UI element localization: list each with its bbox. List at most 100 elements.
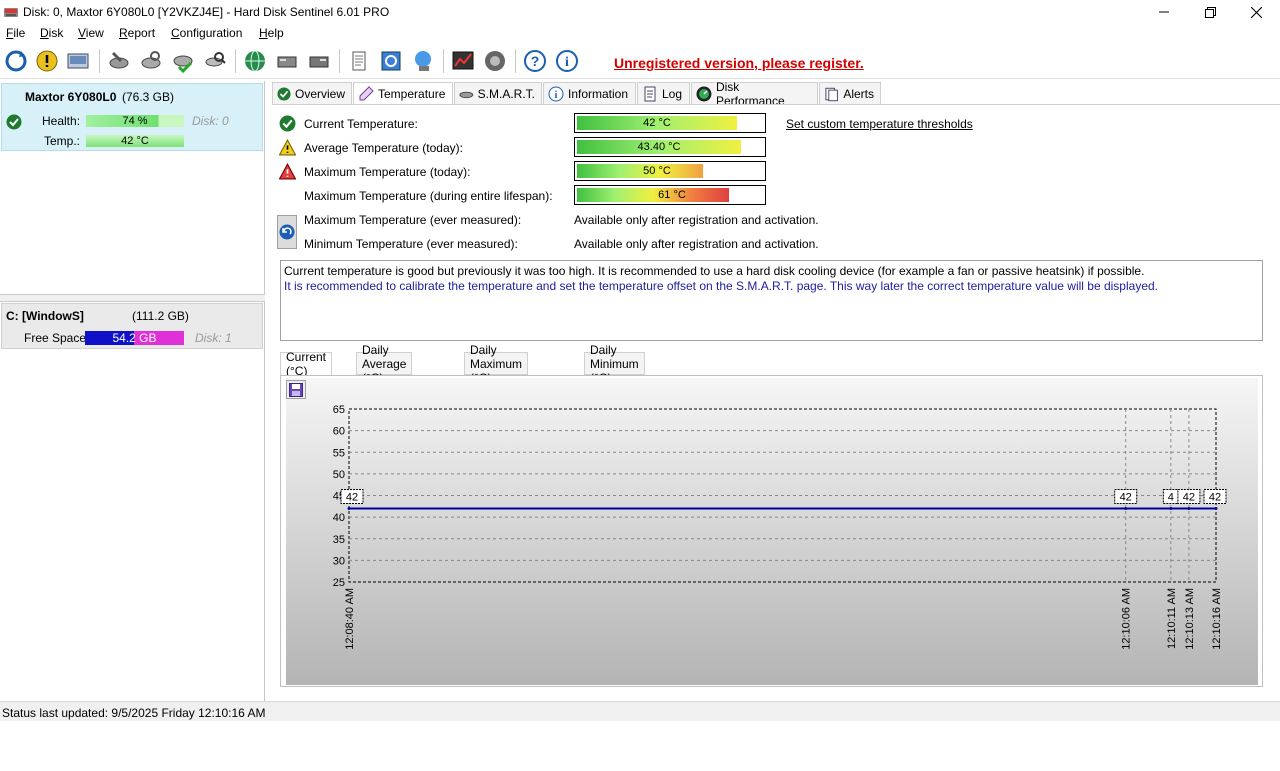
- panel-splitter[interactable]: [0, 294, 265, 302]
- x-tick-label: 12:10:16 AM: [1211, 588, 1223, 650]
- disk-test-button[interactable]: [169, 47, 197, 75]
- chart-tab-daily-minimum[interactable]: Daily Minimum (°C): [584, 343, 645, 385]
- globe-icon: [245, 50, 265, 72]
- volume-disk-label: Disk: 1: [195, 331, 232, 345]
- tab-smart[interactable]: S.M.A.R.T.: [454, 82, 542, 104]
- alert-icon: [279, 163, 296, 180]
- help-button[interactable]: ?: [521, 47, 549, 75]
- data-label: 42: [1183, 491, 1195, 503]
- y-tick-label: 25: [333, 577, 345, 589]
- drive-button-2[interactable]: [305, 47, 333, 75]
- network-button[interactable]: [241, 47, 269, 75]
- tab-information-label: Information: [568, 86, 629, 101]
- tab-alerts[interactable]: Alerts: [819, 82, 881, 104]
- thermometer-icon: [359, 86, 374, 101]
- health-label: Health:: [42, 114, 81, 128]
- sound-button[interactable]: [481, 47, 509, 75]
- menu-view[interactable]: View: [78, 26, 104, 40]
- disk-view-button[interactable]: [64, 47, 92, 75]
- custom-thresholds-link[interactable]: Set custom temperature thresholds: [786, 117, 973, 131]
- drive-icon: [459, 91, 474, 98]
- back-arrow-icon: [279, 224, 295, 240]
- tab-disk-performance[interactable]: Disk Performance: [691, 80, 818, 108]
- history-button[interactable]: [277, 215, 297, 249]
- document-icon: [352, 51, 366, 71]
- disk-tool-button-1[interactable]: [105, 47, 133, 75]
- data-point: [1124, 506, 1128, 510]
- disk-card[interactable]: Maxtor 6Y080L0 (76.3 GB) Health: 74 % Di…: [1, 83, 263, 151]
- x-tick-label: 12:10:06 AM: [1121, 588, 1133, 650]
- data-label: 4: [1168, 491, 1174, 503]
- minimize-button[interactable]: [1141, 0, 1187, 24]
- temperature-message-box[interactable]: Current temperature is good but previous…: [280, 260, 1263, 341]
- tab-log[interactable]: Log: [637, 82, 690, 104]
- message-line-2: It is recommended to calibrate the tempe…: [284, 279, 1159, 293]
- max-ever-label: Maximum Temperature (ever measured):: [304, 213, 522, 227]
- info-icon: i: [548, 86, 564, 101]
- free-space-label: Free Space: [24, 331, 87, 345]
- y-tick-label: 30: [333, 555, 345, 567]
- close-button[interactable]: [1233, 0, 1279, 24]
- chart-tab-daily-average[interactable]: Daily Average (°C): [356, 343, 413, 385]
- x-tick-label: 12:10:11 AM: [1166, 588, 1178, 649]
- minimize-icon: [1159, 11, 1169, 13]
- report-button[interactable]: [345, 47, 373, 75]
- current-temp-value: 42 °C: [643, 117, 671, 129]
- temperature-chart: 25303540455055606512:08:40 AM 12:10:06 AM…: [333, 404, 1227, 650]
- menu-file[interactable]: File: [6, 26, 25, 40]
- data-label: 42: [1120, 491, 1132, 503]
- disk-tool-button-2[interactable]: [137, 47, 165, 75]
- warning-check-button[interactable]: [33, 47, 61, 75]
- menu-help[interactable]: Help: [259, 26, 284, 40]
- disk-size: (76.3 GB): [122, 90, 175, 104]
- y-tick-label: 60: [333, 426, 345, 438]
- web-icon: [415, 51, 431, 71]
- chart-frame: 25 30 35 40 45 50 55 60 65 12:08:40 AM 12:10:06 AM…: [280, 375, 1263, 687]
- menu-report[interactable]: Report: [119, 26, 155, 40]
- refresh-button[interactable]: [2, 47, 30, 75]
- health-ok-icon: [6, 114, 22, 130]
- sync-button[interactable]: [377, 47, 405, 75]
- data-label: 42: [1209, 491, 1221, 503]
- max-ever-value: Available only after registration and ac…: [574, 213, 819, 227]
- message-line-1: Current temperature is good but previous…: [284, 264, 1145, 278]
- status-text: Status last updated: 9/5/2025 Friday 12:…: [2, 706, 266, 720]
- monitor-icon: [67, 53, 89, 69]
- tab-overview[interactable]: Overview: [272, 82, 352, 104]
- check-icon: [277, 86, 291, 101]
- info-icon: i: [556, 50, 578, 72]
- tab-smart-label: S.M.A.R.T.: [477, 86, 535, 101]
- chart-monitor-icon: [452, 51, 474, 70]
- benchmark-button[interactable]: [449, 47, 477, 75]
- volume-name: C: [WindowS]: [6, 309, 84, 323]
- data-label: 42: [346, 491, 358, 503]
- svg-text:?: ?: [531, 53, 540, 69]
- tab-log-label: Log: [662, 86, 683, 101]
- max-life-label: Maximum Temperature (during entire lifes…: [304, 189, 553, 203]
- question-icon: ?: [524, 50, 546, 72]
- tab-temperature[interactable]: Temperature: [353, 82, 453, 105]
- log-icon: [644, 86, 656, 101]
- avg-temp-bar: 43.40 °C: [574, 137, 766, 157]
- menu-configuration[interactable]: Configuration: [171, 26, 242, 40]
- alerts-icon: [825, 87, 838, 101]
- maximize-button[interactable]: [1187, 0, 1233, 24]
- about-button[interactable]: i: [553, 47, 581, 75]
- web-button[interactable]: [409, 47, 437, 75]
- chart-tab-daily-maximum[interactable]: Daily Maximum (°C): [464, 343, 528, 385]
- volume-card[interactable]: C: [WindowS] (111.2 GB) Free Space 54.2 …: [1, 303, 263, 349]
- svg-text:i: i: [565, 55, 569, 70]
- register-link[interactable]: Unregistered version, please register.: [614, 55, 864, 71]
- avg-temp-value: 43.40 °C: [637, 141, 681, 153]
- data-point: [1169, 506, 1173, 510]
- tab-information[interactable]: i Information: [543, 82, 636, 104]
- disk-scan-button[interactable]: [201, 47, 229, 75]
- y-tick-label: 40: [333, 512, 345, 524]
- chart-tab-current[interactable]: Current (°C): [280, 350, 333, 378]
- drive-button-1[interactable]: [273, 47, 301, 75]
- free-space-value: 54.2 GB: [112, 331, 157, 345]
- disk-index-label: Disk: 0: [192, 114, 229, 128]
- volume-size: (111.2 GB): [132, 309, 189, 323]
- menu-disk[interactable]: Disk: [40, 26, 63, 40]
- min-ever-value: Available only after registration and ac…: [574, 237, 819, 251]
